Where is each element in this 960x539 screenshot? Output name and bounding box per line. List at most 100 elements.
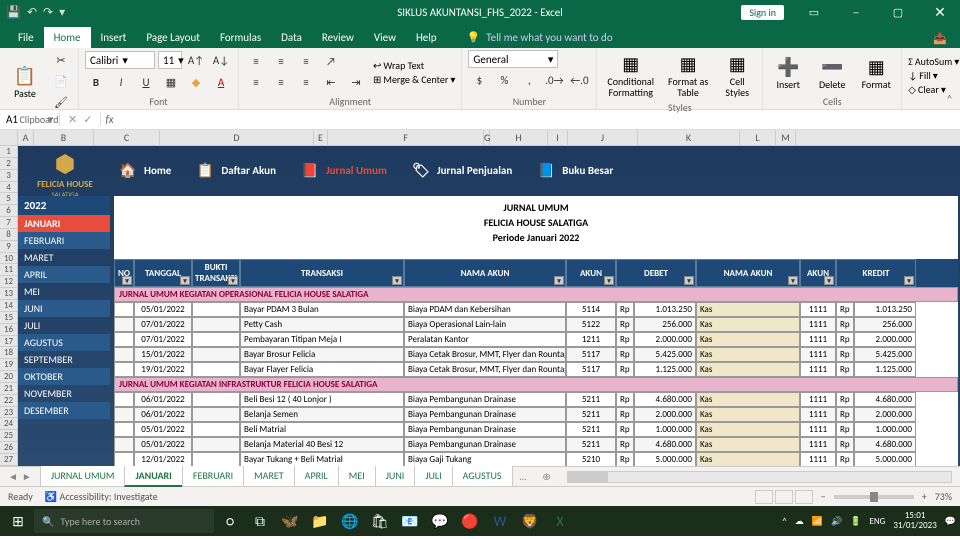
align-bot-icon[interactable]: ≡: [295, 52, 317, 72]
table-header[interactable]: AKUN▾: [800, 259, 836, 287]
app-scroll-icon[interactable]: 🦋: [276, 507, 304, 535]
collapse-ribbon-icon[interactable]: ^: [947, 92, 952, 105]
zoom-level[interactable]: 73%: [935, 490, 952, 503]
percent-icon[interactable]: %: [493, 70, 515, 90]
redo-icon[interactable]: ↷: [43, 5, 53, 20]
sheet-tab-april[interactable]: APRIL: [294, 466, 339, 487]
sheet-tab-jurnal-umum[interactable]: JURNAL UMUM: [40, 466, 126, 487]
col-header[interactable]: E: [314, 130, 328, 145]
page-layout-view-icon[interactable]: [775, 490, 793, 504]
filter-icon[interactable]: ▾: [392, 276, 402, 285]
row-header[interactable]: 26: [0, 442, 17, 454]
row-header[interactable]: 27: [0, 454, 17, 466]
sheet-tab-juli[interactable]: JULI: [414, 466, 452, 487]
table-header[interactable]: TANGGAL▾: [134, 259, 192, 287]
row-header[interactable]: 6: [0, 205, 17, 217]
row-header[interactable]: 25: [0, 430, 17, 442]
border-icon[interactable]: ▦: [160, 72, 182, 92]
taskbar-search[interactable]: 🔍 Type here to search: [34, 509, 214, 533]
close-button[interactable]: ✕: [920, 0, 960, 24]
row-header[interactable]: 1: [0, 146, 17, 158]
filter-icon[interactable]: ▾: [684, 276, 694, 285]
font-size-select[interactable]: 11▾: [158, 51, 182, 69]
table-row[interactable]: 07/01/2022 Petty Cash Biaya Operasional …: [114, 317, 958, 332]
ribbon-options-icon[interactable]: ▭: [794, 0, 834, 24]
delete-cells-button[interactable]: ➖Delete: [813, 53, 851, 92]
font-name-select[interactable]: Calibri▾: [85, 51, 155, 69]
sheet-tab-agustus[interactable]: AGUSTUS: [452, 466, 513, 487]
copy-icon[interactable]: 📄: [50, 71, 72, 91]
col-header[interactable]: L: [740, 130, 776, 145]
month-juli[interactable]: JULI: [18, 317, 110, 334]
conditional-fmt-button[interactable]: ▦Conditional Formatting: [603, 50, 658, 100]
add-sheet-button[interactable]: ⊕: [534, 468, 558, 485]
tray-battery-icon[interactable]: 🔋: [850, 516, 861, 527]
col-header[interactable]: A: [18, 130, 34, 145]
month-januari[interactable]: JANUARI: [18, 215, 110, 232]
tray-notifications-icon[interactable]: 💬: [945, 516, 956, 527]
row-header[interactable]: 3: [0, 170, 17, 182]
month-november[interactable]: NOVEMBER: [18, 385, 110, 402]
normal-view-icon[interactable]: [755, 490, 773, 504]
zoom-slider[interactable]: [834, 495, 914, 499]
nav-jurnal-umum[interactable]: 📕Jurnal Umum: [300, 161, 387, 179]
maximize-button[interactable]: ▢: [878, 0, 918, 24]
col-header[interactable]: M: [776, 130, 796, 145]
row-header[interactable]: 16: [0, 324, 17, 336]
bold-button[interactable]: B: [85, 72, 107, 92]
currency-icon[interactable]: $: [468, 70, 490, 90]
tab-data[interactable]: Data: [271, 27, 312, 48]
row-header[interactable]: 19: [0, 359, 17, 371]
qat-customize-icon[interactable]: ▾: [59, 5, 65, 20]
filter-icon[interactable]: ▾: [122, 276, 132, 285]
underline-button[interactable]: U: [135, 72, 157, 92]
cortana-icon[interactable]: ○: [216, 507, 244, 535]
month-juni[interactable]: JUNI: [18, 300, 110, 317]
sheet-tab-juni[interactable]: JUNI: [375, 466, 416, 487]
row-header[interactable]: 20: [0, 371, 17, 383]
tell-me-search[interactable]: 💡 Tell me what you want to do: [459, 27, 621, 48]
col-header[interactable]: J: [568, 130, 638, 145]
accessibility-status[interactable]: ♿ Accessibility: Investigate: [45, 490, 158, 503]
tab-more-icon[interactable]: …: [512, 468, 535, 485]
table-row[interactable]: 05/01/2022 Belanja Material 40 Besi 12 B…: [114, 437, 958, 452]
col-header[interactable]: I: [548, 130, 568, 145]
col-header[interactable]: H: [490, 130, 548, 145]
row-header[interactable]: 2: [0, 158, 17, 170]
app-excel-icon[interactable]: X: [546, 507, 574, 535]
format-cells-button[interactable]: ▦Format: [857, 53, 895, 92]
row-header[interactable]: 15: [0, 312, 17, 324]
tab-formulas[interactable]: Formulas: [210, 27, 271, 48]
app-explorer-icon[interactable]: 📁: [306, 507, 334, 535]
table-header[interactable]: TRANSAKSI▾: [240, 259, 404, 287]
filter-icon[interactable]: ▾: [180, 276, 190, 285]
table-row[interactable]: 12/01/2022 Bayar Tukang + Beli Matrial B…: [114, 452, 958, 466]
format-table-button[interactable]: ▦Format as Table: [664, 50, 712, 100]
table-header[interactable]: NO▾: [114, 259, 134, 287]
merge-center-button[interactable]: ⊞ Merge & Center ▾: [373, 73, 455, 86]
col-header[interactable]: F: [328, 130, 484, 145]
sheet-tab-maret[interactable]: MARET: [243, 466, 295, 487]
italic-button[interactable]: I: [110, 72, 132, 92]
sheet-tab-mei[interactable]: MEI: [338, 466, 376, 487]
tray-cloud-icon[interactable]: ☁: [795, 516, 804, 527]
month-mei[interactable]: MEI: [18, 283, 110, 300]
tab-insert[interactable]: Insert: [91, 27, 137, 48]
filter-icon[interactable]: ▾: [788, 276, 798, 285]
inc-decimal-icon[interactable]: .0→: [543, 70, 565, 90]
align-right-icon[interactable]: ≡: [295, 73, 317, 93]
filter-icon[interactable]: ▾: [604, 276, 614, 285]
month-september[interactable]: SEPTEMBER: [18, 351, 110, 368]
cell-styles-button[interactable]: ▦Cell Styles: [718, 50, 756, 100]
task-view-icon[interactable]: ⧉: [246, 507, 274, 535]
table-header[interactable]: AKUN▾: [566, 259, 616, 287]
sheet-tab-januari[interactable]: JANUARI: [124, 466, 182, 487]
dec-decimal-icon[interactable]: ←.0: [568, 70, 590, 90]
app-chrome-icon[interactable]: 🔴: [456, 507, 484, 535]
share-button[interactable]: 📤: [928, 28, 952, 48]
tab-view[interactable]: View: [364, 27, 406, 48]
tab-file[interactable]: File: [8, 27, 44, 48]
col-header[interactable]: K: [638, 130, 740, 145]
tab-prev-icon[interactable]: ◄: [8, 470, 18, 483]
table-row[interactable]: 05/01/2022 Bayar PDAM 3 Bulan Biaya PDAM…: [114, 302, 958, 317]
